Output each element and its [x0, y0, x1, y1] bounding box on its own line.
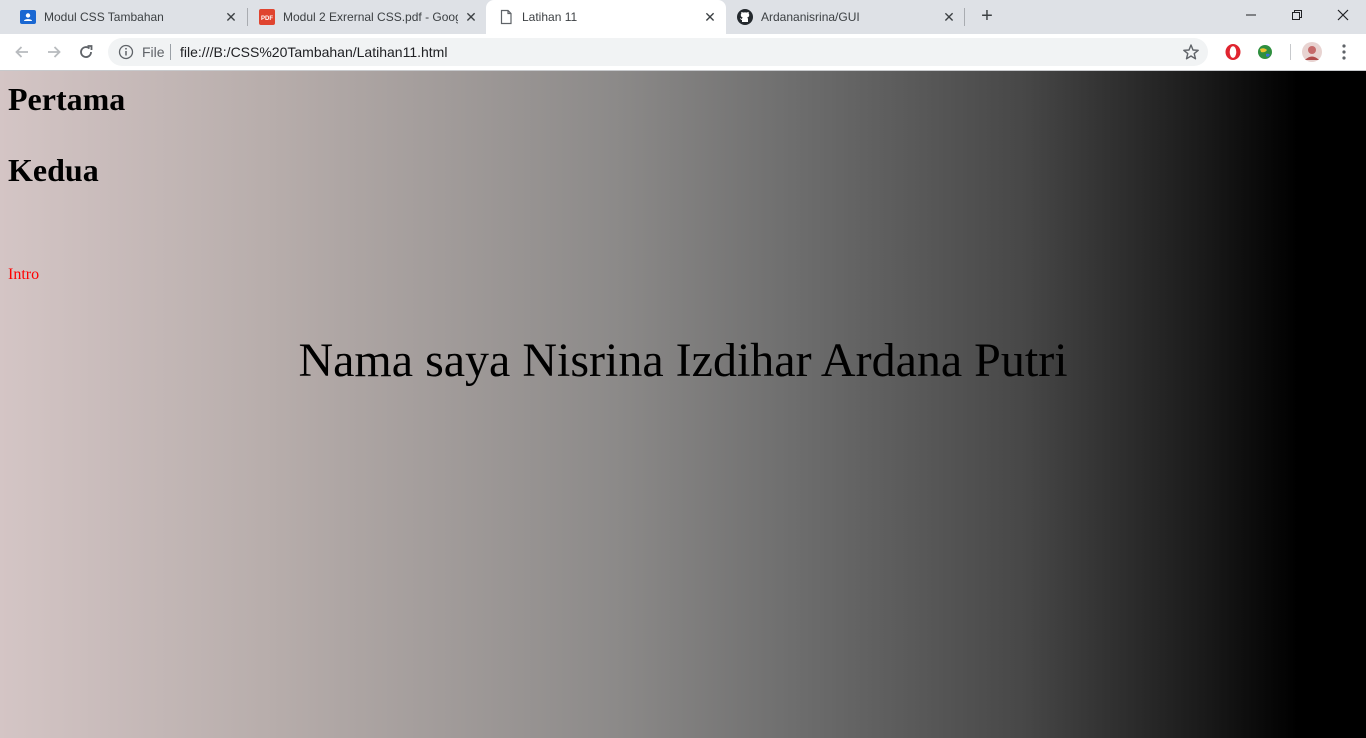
url-text[interactable]: file:///B:/CSS%20Tambahan/Latihan11.html: [180, 44, 447, 60]
globe-extension-icon[interactable]: [1255, 42, 1275, 62]
back-arrow-icon: [15, 46, 28, 58]
restore-icon: [1292, 10, 1302, 20]
tab-strip: Modul CSS Tambahan ✕ PDF Modul 2 Exrerna…: [0, 0, 1366, 34]
github-icon: [737, 9, 753, 25]
tab-title: Modul 2 Exrernal CSS.pdf - Goog: [283, 10, 458, 24]
close-window-button[interactable]: [1320, 0, 1366, 30]
browser-toolbar: File file:///B:/CSS%20Tambahan/Latihan11…: [0, 34, 1366, 71]
opera-extension-icon[interactable]: [1223, 42, 1243, 62]
close-tab-icon[interactable]: ✕: [940, 8, 958, 26]
more-menu-icon[interactable]: [1334, 42, 1354, 62]
close-tab-icon[interactable]: ✕: [222, 8, 240, 26]
minimize-icon: [1246, 14, 1256, 16]
restore-button[interactable]: [1274, 0, 1320, 30]
tab-modul-css-tambahan[interactable]: Modul CSS Tambahan ✕: [0, 0, 246, 34]
tab-separator: [964, 8, 965, 26]
close-tab-icon[interactable]: ✕: [701, 8, 719, 26]
intro-text: Intro: [8, 266, 40, 283]
tab-modul-2-pdf[interactable]: PDF Modul 2 Exrernal CSS.pdf - Goog ✕: [248, 0, 486, 34]
toolbar-separator: [1290, 44, 1291, 60]
pdf-icon: PDF: [259, 9, 275, 25]
address-bar[interactable]: File file:///B:/CSS%20Tambahan/Latihan11…: [108, 38, 1208, 66]
minimize-button[interactable]: [1228, 0, 1274, 30]
info-icon[interactable]: [118, 44, 134, 60]
tab-latihan-11[interactable]: Latihan 11 ✕: [486, 0, 726, 34]
tab-title: Modul CSS Tambahan: [44, 10, 164, 24]
main-text: Nama saya Nisrina Izdihar Ardana Putri: [298, 334, 1068, 387]
page-viewport: Pertama Kedua Intro Nama saya Nisrina Iz…: [0, 71, 1366, 738]
forward-button[interactable]: [40, 38, 68, 66]
svg-text:PDF: PDF: [261, 16, 273, 22]
reload-icon: [80, 45, 93, 58]
tab-title: Latihan 11: [522, 10, 578, 24]
forward-arrow-icon: [48, 46, 61, 58]
tab-github-gui[interactable]: Ardananisrina/GUI ✕: [726, 0, 964, 34]
scheme-label: File: [142, 44, 165, 60]
close-icon: [1337, 9, 1349, 21]
close-tab-icon[interactable]: ✕: [462, 8, 480, 26]
heading-pertama: Pertama: [8, 81, 126, 117]
new-tab-button[interactable]: +: [976, 6, 998, 28]
google-classroom-icon: [20, 9, 36, 25]
page-icon: [498, 9, 514, 25]
heading-kedua: Kedua: [8, 152, 99, 188]
avatar[interactable]: [1302, 42, 1322, 62]
bookmark-star-icon[interactable]: [1182, 43, 1200, 61]
scheme-divider: [170, 44, 171, 60]
reload-button[interactable]: [72, 38, 100, 66]
tab-title: Ardananisrina/GUI: [761, 10, 860, 24]
back-button[interactable]: [8, 38, 36, 66]
